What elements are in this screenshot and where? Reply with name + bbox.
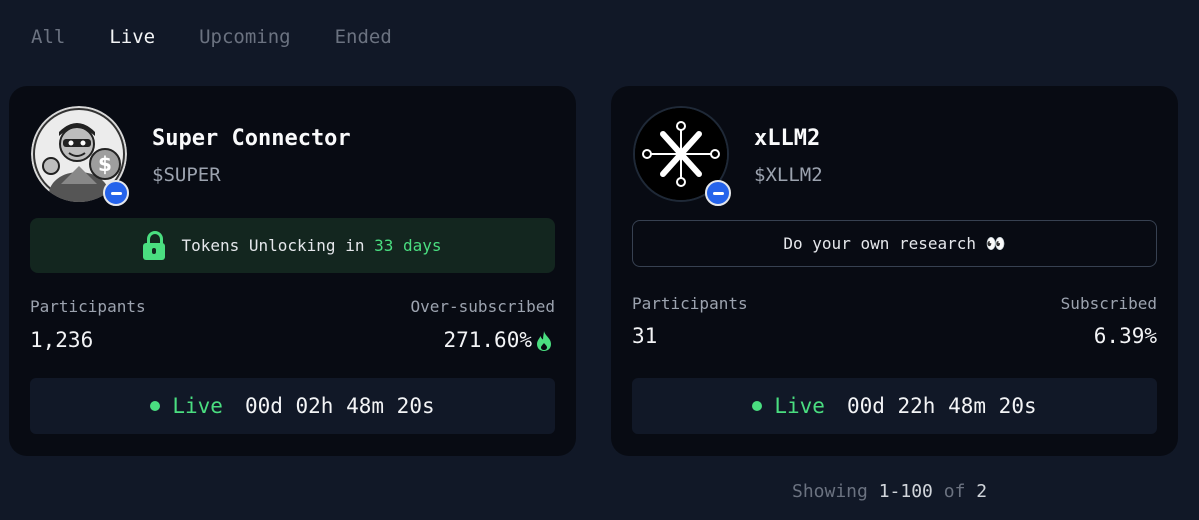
subscription-label: Over-subscribed xyxy=(410,297,556,316)
lock-icon xyxy=(143,230,166,261)
project-card-xllm2[interactable]: xLLM2 $XLLM2 Do your own research 👀 Part… xyxy=(611,86,1178,456)
participants-value: 1,236 xyxy=(30,328,94,352)
live-dot-icon xyxy=(150,401,161,411)
pagination-prefix: Showing xyxy=(792,481,868,502)
status-label: Live xyxy=(172,394,223,418)
countdown-bar: Live 00d 02h 48m 20s xyxy=(30,378,555,434)
project-card-super[interactable]: $ Super Connector $SUPER Tokens Unlockin… xyxy=(9,86,576,456)
subscription-label: Subscribed xyxy=(1060,294,1157,313)
project-ticker: $SUPER xyxy=(152,164,221,186)
participants-value: 31 xyxy=(632,324,658,348)
participants-label: Participants xyxy=(30,297,146,316)
fire-icon xyxy=(537,331,551,351)
dyor-text: Do your own research 👀 xyxy=(783,234,1006,253)
pagination-info: Showing 1-100 of 2 xyxy=(792,481,987,502)
tab-live[interactable]: Live xyxy=(109,24,155,50)
status-label: Live xyxy=(774,394,825,418)
verified-badge-icon xyxy=(103,180,129,206)
pagination-range: 1-100 xyxy=(878,481,933,502)
tab-upcoming[interactable]: Upcoming xyxy=(199,24,291,50)
tab-ended[interactable]: Ended xyxy=(335,24,392,50)
pagination-total: 2 xyxy=(976,481,988,502)
svg-text:$: $ xyxy=(98,152,112,176)
unlock-banner: Tokens Unlocking in 33 days xyxy=(30,218,555,273)
pagination-of: of xyxy=(943,481,966,502)
countdown-bar: Live 00d 22h 48m 20s xyxy=(632,378,1157,434)
participants-label: Participants xyxy=(632,294,748,313)
countdown-value: 00d 02h 48m 20s xyxy=(244,394,435,418)
tab-all[interactable]: All xyxy=(31,24,65,50)
project-name: xLLM2 xyxy=(754,126,821,151)
verified-badge-icon xyxy=(705,180,731,206)
project-name: Super Connector xyxy=(152,126,351,151)
project-ticker: $XLLM2 xyxy=(754,164,823,186)
countdown-value: 00d 22h 48m 20s xyxy=(846,394,1037,418)
dyor-banner: Do your own research 👀 xyxy=(632,220,1157,267)
unlock-text: Tokens Unlocking in xyxy=(181,236,365,255)
live-dot-icon xyxy=(752,401,763,411)
subscription-value: 271.60% xyxy=(443,328,532,352)
unlock-days: 33 days xyxy=(374,236,442,255)
subscription-value: 6.39% xyxy=(1093,324,1157,348)
filter-tabs: All Live Upcoming Ended xyxy=(31,24,436,50)
